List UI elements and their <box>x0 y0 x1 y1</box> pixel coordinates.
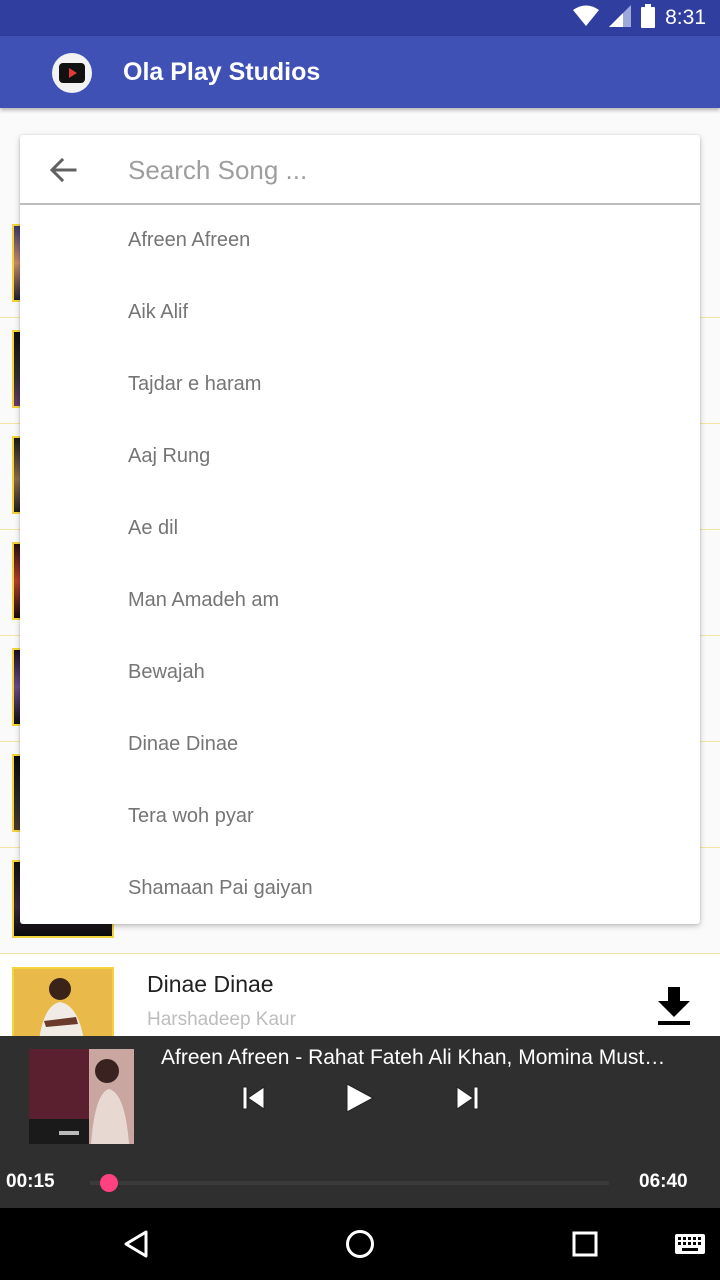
song-title: Dinae Dinae <box>147 971 274 997</box>
navigation-bar <box>0 1208 720 1280</box>
suggestion-item[interactable]: Dinae Dinae <box>20 709 700 781</box>
wifi-icon <box>573 5 600 32</box>
suggestion-item[interactable]: Man Amadeh am <box>20 565 700 637</box>
suggestion-item[interactable]: Aik Alif <box>20 277 700 349</box>
status-bar: 8:31 <box>0 0 720 36</box>
seek-bar[interactable] <box>90 1181 609 1185</box>
suggestion-label: Dinae Dinae <box>128 733 239 755</box>
suggestion-label: Shamaan Pai gaiyan <box>128 877 313 899</box>
app-bar: Ola Play Studios <box>0 36 720 108</box>
suggestion-item[interactable]: Bewajah <box>20 637 700 709</box>
suggestion-label: Aaj Rung <box>128 445 211 467</box>
app-title: Ola Play Studios <box>123 58 321 86</box>
download-icon[interactable] <box>652 985 696 1029</box>
suggestion-item[interactable]: Tajdar e haram <box>20 349 700 421</box>
back-arrow-icon[interactable] <box>48 155 78 185</box>
status-time: 8:31 <box>665 6 706 29</box>
suggestion-label: Ae dil <box>128 517 179 539</box>
suggestion-label: Bewajah <box>128 661 205 683</box>
seek-thumb[interactable] <box>100 1174 119 1192</box>
suggestion-label: Aik Alif <box>128 301 189 323</box>
list-item[interactable]: Dinae Dinae Harshadeep Kaur <box>0 955 720 1042</box>
suggestion-item[interactable]: Aaj Rung <box>20 421 700 493</box>
suggestion-item[interactable]: Ae dil <box>20 493 700 565</box>
suggestion-item[interactable]: Shamaan Pai gaiyan <box>20 853 700 925</box>
suggestion-label: Tera woh pyar <box>128 805 254 827</box>
suggestion-label: Tajdar e haram <box>128 373 262 395</box>
search-panel: Afreen Afreen Aik Alif Tajdar e haram Aa… <box>20 135 700 924</box>
nav-recents-icon[interactable] <box>569 1228 601 1260</box>
suggestion-label: Man Amadeh am <box>128 589 280 611</box>
total-duration: 06:40 <box>639 1171 688 1192</box>
battery-icon <box>641 3 656 33</box>
skip-next-icon[interactable] <box>449 1080 485 1116</box>
now-playing-title: Afreen Afreen - Rahat Fateh Ali Khan, Mo… <box>161 1046 666 1069</box>
skip-previous-icon[interactable] <box>236 1080 272 1116</box>
status-icons: 8:31 <box>573 3 706 33</box>
suggestion-item[interactable]: Tera woh pyar <box>20 781 700 853</box>
suggestion-label: Afreen Afreen <box>128 229 251 251</box>
signal-icon <box>609 4 632 32</box>
nav-home-icon[interactable] <box>344 1228 376 1260</box>
play-icon[interactable] <box>341 1080 377 1116</box>
song-artist: Harshadeep Kaur <box>147 1009 296 1030</box>
search-input[interactable] <box>128 149 668 191</box>
suggestion-item[interactable]: Afreen Afreen <box>20 205 700 277</box>
app-logo-icon <box>52 53 92 93</box>
now-playing-artwork <box>29 1049 134 1144</box>
elapsed-time: 00:15 <box>6 1171 55 1192</box>
song-thumbnail <box>12 967 114 1042</box>
mini-player: Afreen Afreen - Rahat Fateh Ali Khan, Mo… <box>0 1036 720 1208</box>
search-header <box>20 135 700 205</box>
nav-back-icon[interactable] <box>120 1228 152 1260</box>
keyboard-icon[interactable] <box>674 1228 706 1260</box>
